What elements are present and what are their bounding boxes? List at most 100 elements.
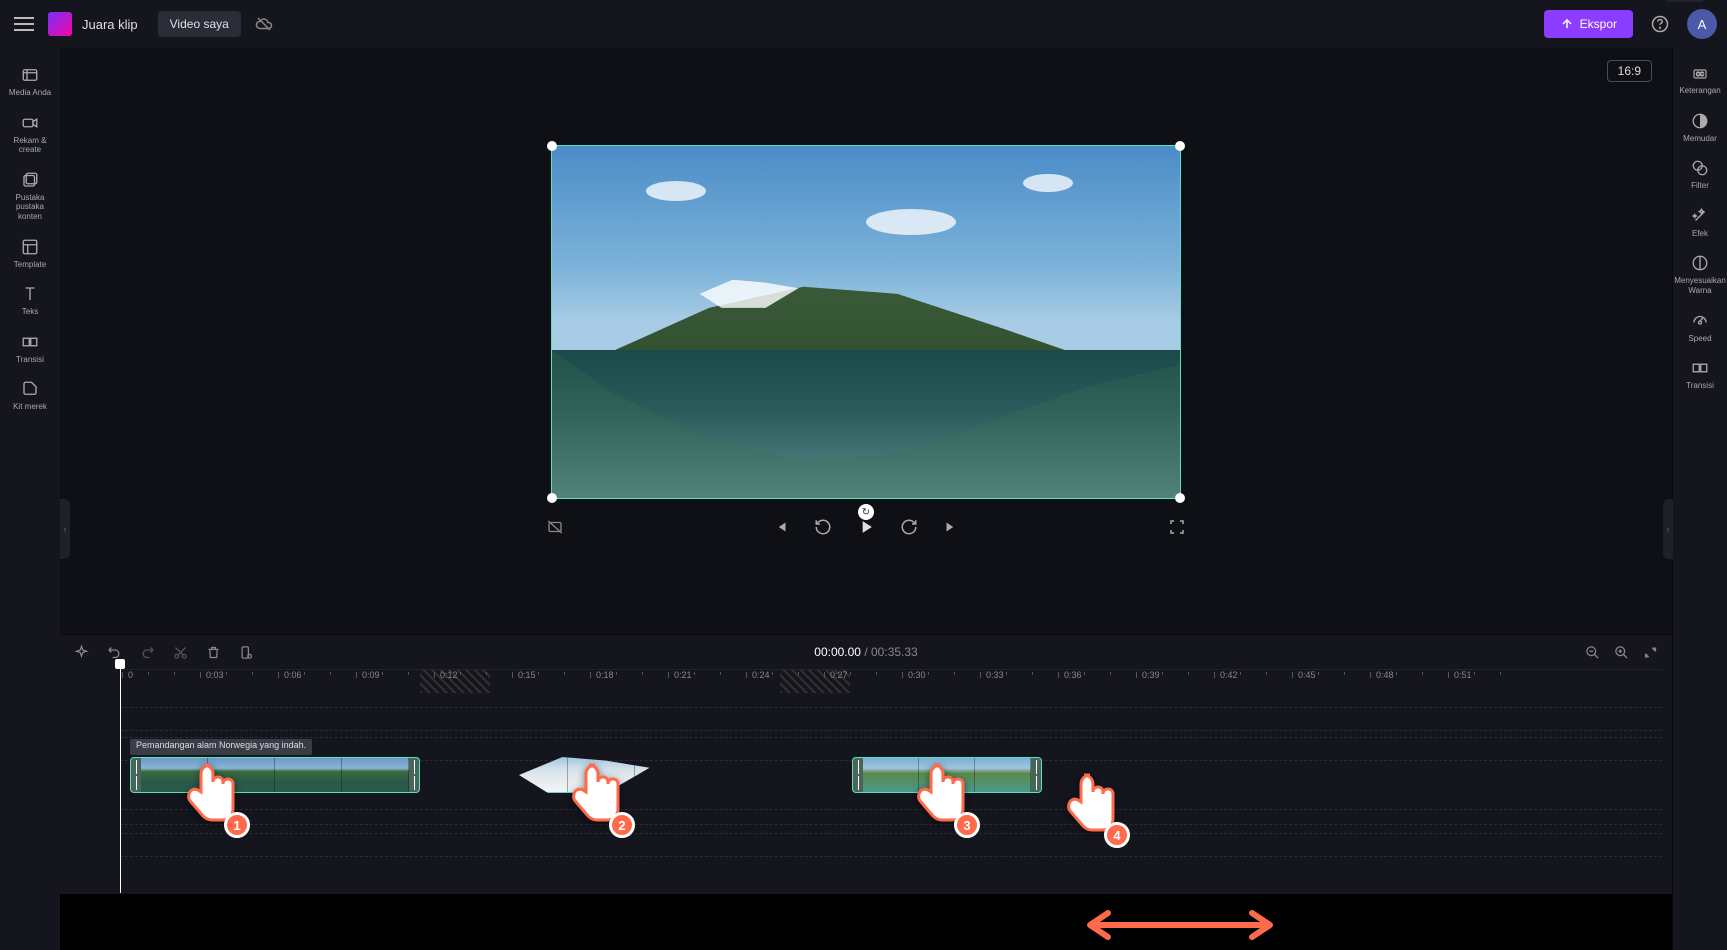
sidebar-item-media[interactable]: Media Anda bbox=[2, 58, 58, 106]
resize-handle[interactable] bbox=[1175, 141, 1185, 151]
sidebar-item-label: Pustaka pustaka konten bbox=[2, 193, 58, 222]
sidebar-item-label: Template bbox=[14, 260, 46, 270]
next-button[interactable] bbox=[942, 518, 960, 536]
timeline-panel: ⌄ 00:00.00 / 00:35.33 bbox=[60, 634, 1672, 894]
sidebar-item-library[interactable]: Pustaka pustaka konten bbox=[2, 163, 58, 230]
timeline-clip[interactable] bbox=[130, 757, 420, 793]
ruler-tick: 0:18 bbox=[596, 670, 614, 680]
ruler-tick: 0:33 bbox=[986, 670, 1004, 680]
main-area: 16:9 ↻ bbox=[60, 48, 1672, 950]
cut-icon[interactable] bbox=[173, 645, 188, 660]
timeline-ruler[interactable]: 00:030:060:090:120:150:180:210:240:270:3… bbox=[120, 669, 1662, 693]
resize-handle[interactable] bbox=[547, 141, 557, 151]
sidebar-item-label: Transisi bbox=[16, 355, 44, 365]
collapse-timeline-icon[interactable]: ⌄ bbox=[1667, 0, 1703, 2]
clip-label: Pemandangan alam Norwegia yang indah. bbox=[130, 739, 312, 755]
zoom-out-icon[interactable] bbox=[1585, 645, 1600, 660]
menu-icon[interactable] bbox=[10, 10, 38, 38]
sidebar-item-adjust[interactable]: Menyesuaikan Warna bbox=[1672, 246, 1727, 303]
bottom-bar bbox=[60, 894, 1672, 950]
preview-canvas[interactable]: ↻ bbox=[551, 145, 1181, 499]
sidebar-item-record[interactable]: Rekam & create bbox=[2, 106, 58, 163]
ruler-tick: 0:12 bbox=[440, 670, 458, 680]
tab-my-video[interactable]: Video saya bbox=[158, 11, 241, 37]
sidebar-item-speed[interactable]: Speed bbox=[1672, 304, 1727, 352]
sidebar-item-label: Speed bbox=[1688, 334, 1711, 344]
delete-icon[interactable] bbox=[206, 645, 221, 660]
play-button[interactable] bbox=[856, 517, 876, 537]
ruler-tick: 0 bbox=[128, 670, 133, 680]
zoom-in-icon[interactable] bbox=[1614, 645, 1629, 660]
sidebar-item-transition-r[interactable]: Transisi bbox=[1672, 351, 1727, 399]
safe-zone-icon[interactable] bbox=[546, 518, 564, 536]
current-time: 00:00.00 bbox=[814, 645, 861, 659]
annotation-arrow bbox=[1080, 905, 1280, 945]
undo-icon[interactable] bbox=[107, 645, 122, 660]
sidebar-item-text[interactable]: Teks bbox=[2, 277, 58, 325]
clip-trim-handle[interactable] bbox=[491, 758, 501, 792]
fullscreen-button[interactable] bbox=[1168, 518, 1186, 536]
sidebar-item-label: Keterangan bbox=[1679, 86, 1720, 96]
svg-text:CC: CC bbox=[1696, 72, 1704, 78]
duration-time: 00:35.33 bbox=[871, 645, 918, 659]
app-title: Juara klip bbox=[82, 17, 138, 32]
left-sidebar: Media Anda Rekam & create Pustaka pustak… bbox=[0, 48, 60, 950]
resize-handle[interactable] bbox=[547, 493, 557, 503]
aspect-ratio-button[interactable]: 16:9 bbox=[1607, 60, 1652, 82]
app-logo bbox=[48, 12, 72, 36]
sidebar-item-template[interactable]: Template bbox=[2, 230, 58, 278]
sidebar-item-label: Efek bbox=[1692, 229, 1708, 239]
fit-icon[interactable] bbox=[1643, 645, 1658, 660]
forward-button[interactable] bbox=[900, 518, 918, 536]
ruler-tick: 0:09 bbox=[362, 670, 380, 680]
resize-handle[interactable] bbox=[1175, 493, 1185, 503]
timeline-time: 00:00.00 / 00:35.33 bbox=[814, 645, 917, 659]
preview-area: 16:9 ↻ bbox=[60, 48, 1672, 634]
clip-trim-handle[interactable] bbox=[1031, 758, 1041, 792]
timeline-toolbar: 00:00.00 / 00:35.33 bbox=[60, 635, 1672, 669]
sidebar-item-captions[interactable]: CC Keterangan bbox=[1672, 58, 1727, 104]
clip-trim-handle[interactable] bbox=[853, 758, 863, 792]
clip-trim-handle[interactable] bbox=[769, 758, 779, 792]
export-button[interactable]: Ekspor bbox=[1544, 10, 1633, 38]
sync-icon[interactable] bbox=[255, 15, 273, 33]
right-sidebar: CC Keterangan Memudar Filter Efek Menyes… bbox=[1672, 48, 1727, 950]
clip-trim-handle[interactable] bbox=[409, 758, 419, 792]
timeline-tracks[interactable]: Pemandangan alam Norwegia yang indah. bbox=[120, 693, 1662, 894]
sidebar-item-brand[interactable]: Kit merek bbox=[2, 372, 58, 420]
playhead[interactable] bbox=[120, 659, 121, 893]
app-header: Juara klip Video saya Ekspor A bbox=[0, 0, 1727, 48]
ruler-tick: 0:51 bbox=[1454, 670, 1472, 680]
ruler-tick: 0:21 bbox=[674, 670, 692, 680]
sidebar-item-label: Transisi bbox=[1686, 381, 1714, 391]
sidebar-item-label: Media Anda bbox=[9, 88, 51, 98]
prev-button[interactable] bbox=[772, 518, 790, 536]
preview-image bbox=[552, 146, 1180, 498]
ruler-tick: 0:36 bbox=[1064, 670, 1082, 680]
ruler-tick: 0:42 bbox=[1220, 670, 1238, 680]
ruler-tick: 0:15 bbox=[518, 670, 536, 680]
timeline-clip[interactable] bbox=[490, 757, 780, 793]
redo-icon[interactable] bbox=[140, 645, 155, 660]
ruler-tick: 0:06 bbox=[284, 670, 302, 680]
sidebar-item-label: Memudar bbox=[1683, 134, 1717, 144]
rewind-button[interactable] bbox=[814, 518, 832, 536]
help-icon[interactable] bbox=[1651, 15, 1669, 33]
playback-controls bbox=[546, 517, 1186, 537]
ruler-tick: 0:48 bbox=[1376, 670, 1394, 680]
timeline-clip[interactable] bbox=[852, 757, 1042, 793]
split-icon[interactable] bbox=[239, 645, 254, 660]
clip-trim-handle[interactable] bbox=[131, 758, 141, 792]
expand-right-icon[interactable]: ‹ bbox=[1663, 499, 1673, 559]
ruler-tick: 0:27 bbox=[830, 670, 848, 680]
sidebar-item-effects[interactable]: Efek bbox=[1672, 199, 1727, 247]
sidebar-item-transition[interactable]: Transisi bbox=[2, 325, 58, 373]
magic-icon[interactable] bbox=[74, 645, 89, 660]
sidebar-item-filter[interactable]: Filter bbox=[1672, 151, 1727, 199]
avatar[interactable]: A bbox=[1687, 9, 1717, 39]
sidebar-item-label: Teks bbox=[22, 307, 38, 317]
ruler-tick: 0:45 bbox=[1298, 670, 1316, 680]
sidebar-item-fade[interactable]: Memudar bbox=[1672, 104, 1727, 152]
export-label: Ekspor bbox=[1580, 17, 1617, 31]
ruler-tick: 0:24 bbox=[752, 670, 770, 680]
